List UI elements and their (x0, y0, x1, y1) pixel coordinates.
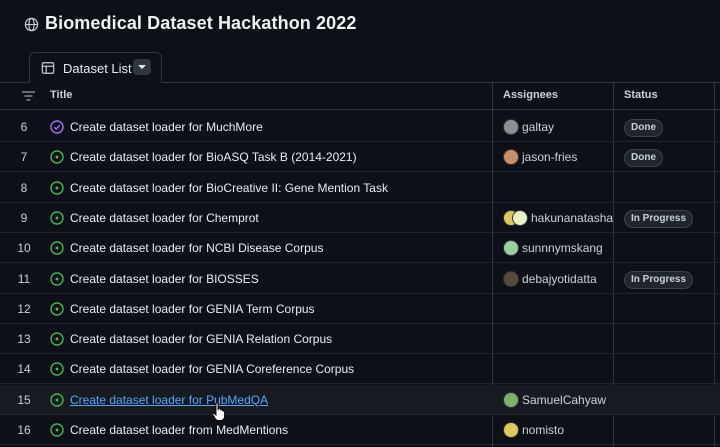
row-number: 16 (17, 423, 31, 437)
issue-opened-icon (50, 241, 64, 255)
column-assignees-header[interactable]: Assignees (503, 89, 558, 101)
row-number: 8 (20, 180, 28, 195)
row-number: 12 (17, 301, 31, 316)
page-title: Biomedical Dataset Hackathon 2022 (45, 13, 357, 33)
project-header: Biomedical Dataset Hackathon 2022 (0, 0, 720, 52)
issue-opened-icon (50, 332, 64, 346)
issue-opened-icon (50, 392, 64, 407)
issue-title-link[interactable]: Create dataset loader for BIOSSES (70, 272, 259, 286)
filter-icon[interactable] (22, 91, 35, 101)
assignee-name[interactable]: debajyotidatta (522, 272, 597, 286)
table-row[interactable]: 11 Create dataset loader for BIOSSES debaj… (0, 264, 720, 294)
row-number: 15 (17, 392, 31, 407)
assignee-name[interactable]: SamuelCahyaw (522, 393, 606, 407)
pointer-cursor-icon (212, 402, 226, 421)
table-row[interactable]: 12 Create dataset loader for GENIA Term C… (0, 294, 720, 324)
tab-label: Dataset List (63, 61, 132, 76)
table-icon (41, 62, 55, 74)
assignee-name[interactable]: hakunanatasha (531, 211, 613, 225)
issue-title-link[interactable]: Create dataset loader for GENIA Term Cor… (70, 302, 315, 316)
avatar (503, 240, 519, 257)
row-number: 11 (17, 271, 31, 286)
assignee-name[interactable]: galtay (522, 120, 554, 134)
issue-closed-icon (50, 120, 64, 134)
assignee-name[interactable]: sunnnymskang (522, 241, 603, 255)
issue-opened-icon (50, 180, 64, 195)
table-row[interactable]: 9 Create dataset loader for Chemprot hakun… (0, 203, 720, 233)
assignee-name[interactable]: nomisto (522, 423, 564, 437)
issue-title-link[interactable]: Create dataset loader for BioCreative II… (70, 181, 388, 195)
issue-title-link[interactable]: Create dataset loader for GENIA Corefere… (70, 362, 354, 376)
issue-title-link[interactable]: Create dataset loader for BioASQ Task B … (70, 150, 357, 164)
avatar (503, 270, 519, 287)
issue-opened-icon (50, 271, 64, 286)
row-number: 13 (17, 332, 31, 347)
view-tab-bar: Dataset List (0, 52, 720, 83)
issue-opened-icon (50, 302, 64, 316)
table-row[interactable]: 13 Create dataset loader for GENIA Relati… (0, 324, 720, 355)
table-row[interactable]: 16 Create dataset loader from MedMentions… (0, 415, 720, 445)
issue-opened-icon (50, 150, 64, 164)
issue-opened-icon (50, 211, 64, 225)
issue-title-link[interactable]: Create dataset loader for MuchMore (70, 120, 263, 134)
avatar (503, 119, 519, 135)
status-badge: In Progress (624, 209, 694, 228)
status-badge: Done (624, 149, 663, 168)
column-title-header[interactable]: Title (50, 89, 72, 101)
issue-title-link[interactable]: Create dataset loader for PubMedQA (70, 393, 268, 407)
issue-title-link[interactable]: Create dataset loader for NCBI Disease C… (70, 241, 323, 255)
row-number: 14 (17, 362, 31, 377)
avatar (503, 149, 519, 166)
issue-title-link[interactable]: Create dataset loader from MedMentions (70, 423, 288, 437)
chevron-down-icon[interactable] (133, 59, 151, 75)
assignee-name[interactable]: jason-fries (522, 150, 577, 164)
table-row[interactable]: 14 Create dataset loader for GENIA Corefe… (0, 354, 720, 385)
globe-icon (24, 17, 39, 32)
row-number: 10 (17, 241, 31, 256)
table-row[interactable]: 8 Create dataset loader for BioCreative I… (0, 173, 720, 203)
issue-title-link[interactable]: Create dataset loader for GENIA Relation… (70, 332, 332, 346)
table-row[interactable]: 7 Create dataset loader for BioASQ Task B… (0, 142, 720, 173)
table-row[interactable]: 6 Create dataset loader for MuchMore galta… (0, 112, 720, 142)
status-badge: In Progress (624, 270, 694, 289)
row-number: 7 (20, 150, 28, 165)
avatar (503, 422, 519, 438)
avatar (503, 391, 519, 408)
status-badge: Done (624, 119, 663, 137)
tab-dataset-list[interactable]: Dataset List (29, 52, 162, 82)
issue-opened-icon (50, 423, 64, 437)
avatar (512, 209, 528, 226)
row-number: 6 (20, 120, 28, 134)
column-status-header[interactable]: Status (624, 89, 658, 101)
table-row[interactable]: 15 Create dataset loader for PubMedQA Samu… (0, 384, 720, 415)
column-header-row: Title Assignees Status (0, 83, 720, 110)
issue-title-link[interactable]: Create dataset loader for Chemprot (70, 211, 259, 225)
table-row[interactable]: 10 Create dataset loader for NCBI Disease… (0, 233, 720, 264)
issue-opened-icon (50, 362, 64, 377)
row-number: 9 (20, 210, 28, 225)
